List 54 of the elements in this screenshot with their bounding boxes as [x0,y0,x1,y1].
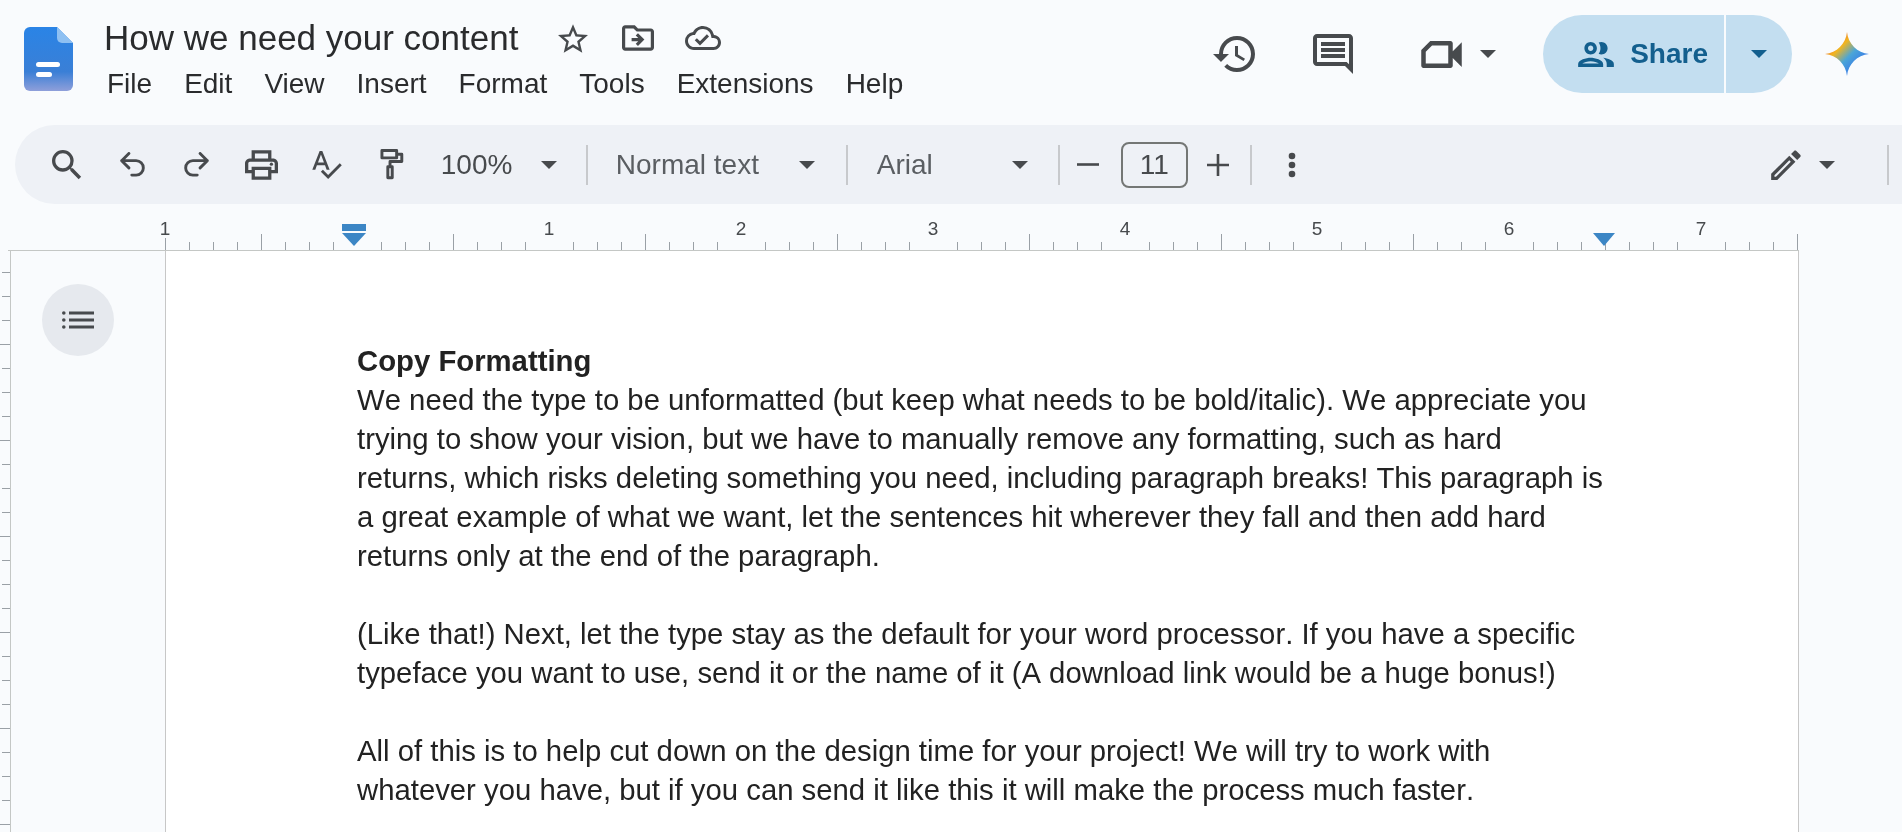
history-icon[interactable] [1213,36,1256,72]
menu-item[interactable]: Extensions [660,66,830,102]
undo-icon[interactable] [119,151,145,178]
caret-icon [798,160,815,169]
redo-icon[interactable] [184,151,210,178]
document-heading: Copy Formatting [357,343,593,379]
document-paragraph: We need the type to be unformatted (but keep what needs to be bold/italic). We appreciate you trying to show your vision, but we have to manually remove any formatting, such as hard returns, which risks deleting something you need, including paragraph breaks! This paragraph is a great example of what we want, let the sentences hit wherever they fall and then add hard returns only at the end of the paragraph. [357,382,1604,574]
caret-icon [1751,50,1767,58]
minus-icon[interactable] [1076,163,1099,166]
indent-marker-icon[interactable] [342,224,366,246]
comment-icon[interactable] [1313,34,1354,74]
menu-item[interactable]: Edit [168,66,249,102]
ruler-number: 6 [1503,219,1515,239]
share-button[interactable]: Share [1543,15,1724,93]
caret-icon[interactable] [1480,50,1497,58]
star-icon[interactable] [558,23,589,53]
font-size-field[interactable]: 11 [1120,141,1188,188]
style-dropdown[interactable]: Normal text [603,140,825,189]
menu-item[interactable]: Help [829,66,920,102]
pencil-icon[interactable] [1771,149,1801,180]
menu-item[interactable]: Format [442,66,564,102]
caret-icon [1011,160,1028,169]
search-icon[interactable] [52,149,83,180]
ruler-number: 7 [1695,219,1707,239]
ruler-number: 1 [543,219,555,239]
caret-icon [540,160,557,169]
ruler-number: 2 [735,219,747,239]
docs-logo-icon[interactable] [24,27,73,91]
menu-item[interactable]: View [248,66,341,102]
document-title[interactable]: How we need your content [104,16,519,60]
font-dropdown[interactable]: Arial [864,140,1038,189]
menu-item[interactable]: Tools [563,66,661,102]
document-paragraph: All of this is to help cut down on the design time for your project! We will try to work with whatever you have, but if you can send it like this it will make the process much faster. [357,733,1492,808]
ruler-number: 1 [159,219,171,239]
menu-item[interactable]: File [91,66,169,102]
plus-icon[interactable] [1206,153,1229,176]
spellcheck-icon[interactable] [311,150,342,179]
zoom-dropdown[interactable]: 100% [428,140,567,189]
list-icon [62,311,94,329]
caret-icon[interactable] [1819,160,1835,169]
document-paragraph: (Like that!) Next, let the type stay as the default for your word processor. If you have a specific typeface you want to use, send it or the name of it (A download link would be a huge bonus!) [357,616,1577,691]
paint-roller-icon[interactable] [378,149,404,180]
people-icon [1578,41,1615,67]
more-icon[interactable] [1287,151,1296,178]
video-camera-icon[interactable] [1421,40,1463,68]
ruler-number: 3 [927,219,939,239]
cloud-check-icon[interactable] [685,26,722,50]
print-icon[interactable] [245,149,279,180]
menu-item[interactable]: Insert [340,66,443,102]
sparkle-icon[interactable] [1825,32,1869,76]
ruler-number: 5 [1311,219,1323,239]
ruler-number: 4 [1119,219,1131,239]
indent-marker-icon[interactable] [1593,233,1615,246]
folder-arrow-icon[interactable] [622,25,655,51]
